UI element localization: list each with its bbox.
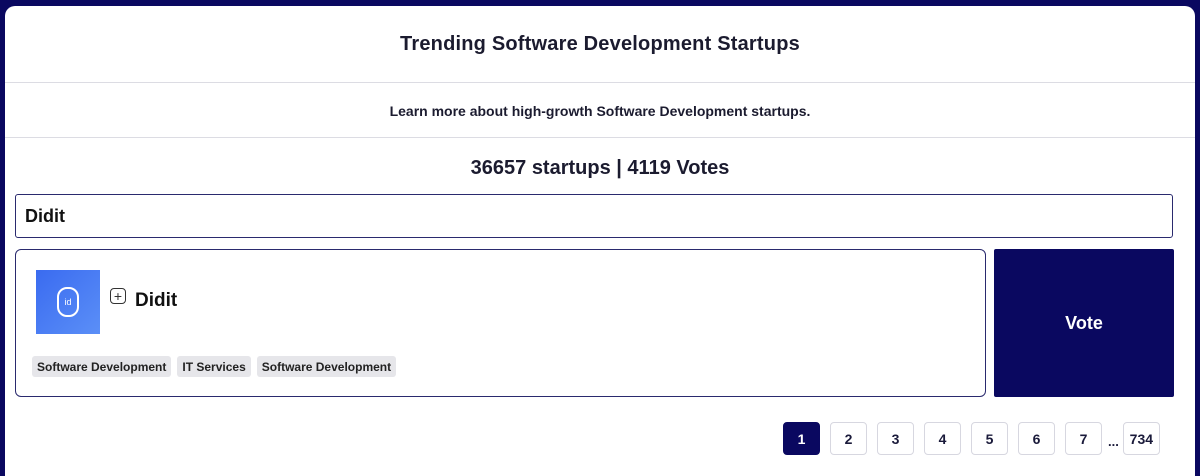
tag-list: Software Development IT Services Softwar… <box>32 356 397 377</box>
page-title: Trending Software Development Startups <box>5 6 1195 83</box>
page-button-last[interactable]: 734 <box>1122 422 1160 455</box>
tag-software-development-2[interactable]: Software Development <box>256 356 397 377</box>
page-button-7[interactable]: 7 <box>1065 422 1102 455</box>
expand-icon[interactable]: + <box>110 288 126 304</box>
pagination-ellipsis: ... <box>1108 434 1119 449</box>
company-name[interactable]: Didit <box>135 290 177 312</box>
page-button-5[interactable]: 5 <box>971 422 1008 455</box>
page-button-3[interactable]: 3 <box>877 422 914 455</box>
pagination: 1 2 3 4 5 6 7 ... 734 <box>783 422 1160 455</box>
search-input[interactable] <box>15 194 1173 238</box>
main-panel: Trending Software Development Startups L… <box>5 6 1195 476</box>
page-button-4[interactable]: 4 <box>924 422 961 455</box>
page-button-6[interactable]: 6 <box>1018 422 1055 455</box>
company-logo: id <box>36 270 100 334</box>
page-button-2[interactable]: 2 <box>830 422 867 455</box>
tag-software-development[interactable]: Software Development <box>32 356 172 377</box>
vote-button[interactable]: Vote <box>994 249 1174 397</box>
tag-it-services[interactable]: IT Services <box>177 356 251 377</box>
startup-card[interactable]: id + Didit Software Development IT Servi… <box>15 249 986 397</box>
company-logo-mark: id <box>57 287 79 317</box>
stats-summary: 36657 startups | 4119 Votes <box>470 156 730 179</box>
page-subtitle: Learn more about high-growth Software De… <box>5 85 1195 138</box>
page-button-1[interactable]: 1 <box>783 422 820 455</box>
